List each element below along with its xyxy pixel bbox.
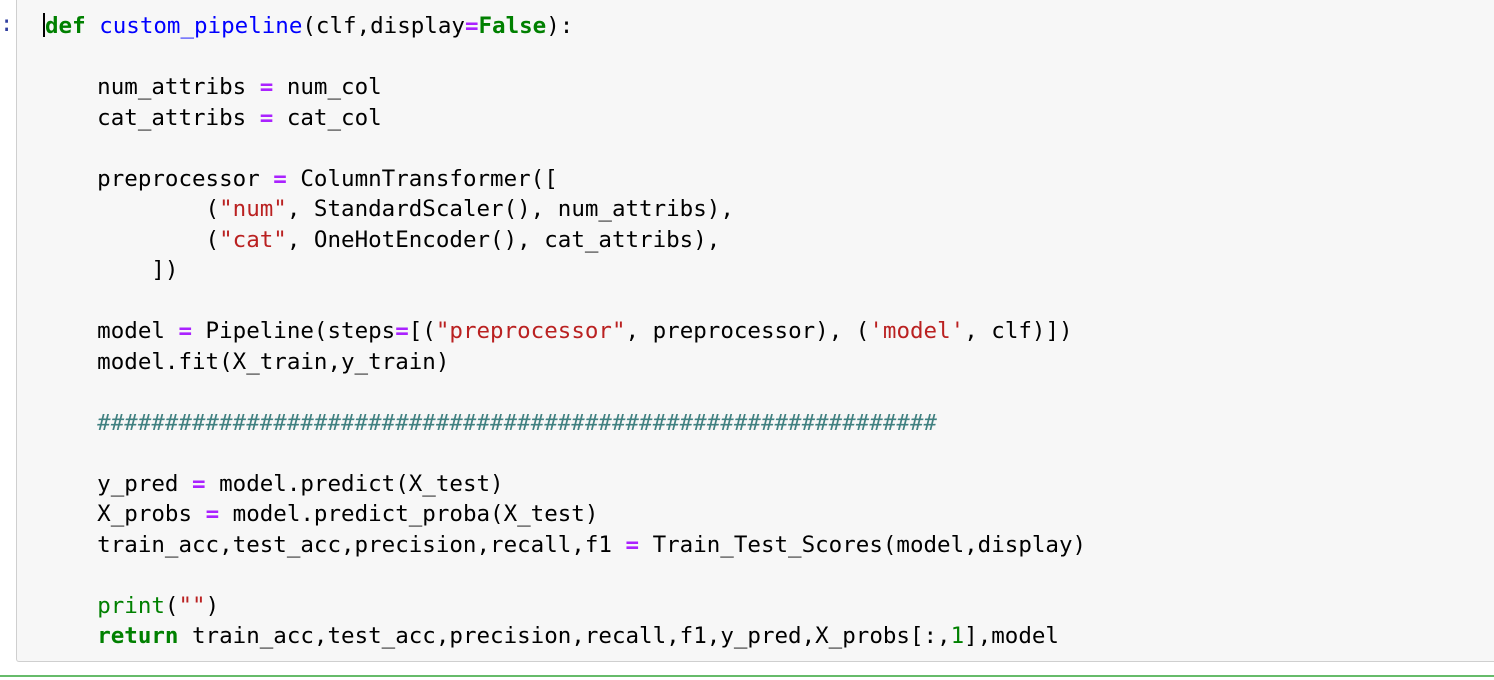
code-token: "cat" — [219, 226, 287, 253]
code-line: return train_acc,test_acc,precision,reca… — [43, 621, 1086, 652]
code-token: y_pred — [43, 470, 193, 497]
code-line: model = Pipeline(steps=[("preprocessor",… — [43, 316, 1086, 347]
code-line: preprocessor = ColumnTransformer([ — [43, 164, 1086, 195]
code-line: model.fit(X_train,y_train) — [43, 347, 1086, 378]
code-token: "" — [178, 592, 206, 619]
code-token: Pipeline(steps — [192, 318, 396, 344]
code-token: [( — [408, 318, 436, 344]
code-line: ("cat", OneHotEncoder(), cat_attribs), — [43, 225, 1086, 256]
code-token: = — [259, 104, 274, 131]
code-line: def custom_pipeline(clf,display=False): — [43, 11, 1086, 42]
code-token: = — [625, 531, 640, 558]
code-token: = — [205, 501, 220, 527]
code-token: num_attribs — [43, 74, 260, 100]
code-line: y_pred = model.predict(X_test) — [43, 469, 1086, 500]
code-token: ########################################… — [43, 409, 938, 436]
code-token: print — [97, 592, 165, 619]
code-token: X_probs — [43, 501, 206, 527]
code-line: train_acc,test_acc,precision,recall,f1 =… — [43, 530, 1086, 561]
selected-cell-indicator — [0, 675, 1494, 677]
code-editor[interactable]: def custom_pipeline(clf,display=False):​… — [43, 11, 1086, 652]
code-token: = — [259, 74, 274, 100]
code-line: ​ — [43, 560, 1086, 591]
code-token: ]) — [43, 257, 179, 283]
code-token: = — [178, 318, 193, 344]
code-token: , preprocessor), ( — [625, 318, 870, 344]
code-token: cat_attribs — [43, 104, 260, 131]
code-token: model.predict(X_test) — [205, 470, 504, 497]
code-line: X_probs = model.predict_proba(X_test) — [43, 499, 1086, 530]
code-line: cat_attribs = cat_col — [43, 103, 1086, 134]
code-token: model.predict_proba(X_test) — [219, 501, 599, 527]
code-token: ( — [43, 196, 220, 222]
code-token: 'model' — [869, 318, 965, 344]
code-token: model — [43, 318, 179, 344]
code-token: train_acc,test_acc,precision,recall,f1 — [43, 531, 626, 558]
code-cell[interactable]: def custom_pipeline(clf,display=False):​… — [16, 0, 1494, 662]
code-token: custom_pipeline — [99, 13, 303, 39]
code-line: print("") — [43, 591, 1086, 622]
code-token: = — [464, 13, 479, 39]
code-token: 1 — [950, 623, 965, 649]
code-token: def — [45, 13, 86, 39]
code-token: ) — [205, 592, 220, 619]
code-line: num_attribs = num_col — [43, 72, 1086, 103]
code-line: ​ — [43, 286, 1086, 317]
code-token: ( — [164, 592, 179, 619]
code-token: = — [192, 470, 206, 497]
code-token: model.fit(X_train,y_train) — [43, 348, 450, 375]
code-token: , OneHotEncoder(), cat_attribs), — [286, 226, 721, 253]
code-token: cat_col — [273, 104, 382, 131]
code-token: False — [478, 13, 547, 39]
code-token: ColumnTransformer([ — [286, 165, 558, 192]
code-token: preprocessor — [43, 165, 274, 192]
code-token: num_col — [273, 74, 382, 100]
code-token: ],model — [964, 623, 1059, 649]
notebook-page: : def custom_pipeline(clf,display=False)… — [0, 0, 1494, 680]
code-token: , StandardScaler(), num_attribs), — [286, 196, 734, 222]
input-prompt: : — [0, 12, 14, 37]
code-token: return — [97, 623, 179, 649]
code-token: = — [395, 318, 409, 344]
code-line: ​ — [43, 42, 1086, 73]
code-line: ]) — [43, 255, 1086, 286]
code-line: ########################################… — [43, 408, 1086, 439]
code-token: , clf)]) — [964, 318, 1073, 344]
code-token: ): — [546, 13, 574, 39]
code-token: "preprocessor" — [435, 318, 626, 344]
code-token: = — [273, 165, 287, 192]
code-line: ​ — [43, 377, 1086, 408]
code-line: ​ — [43, 133, 1086, 164]
code-line: ("num", StandardScaler(), num_attribs), — [43, 194, 1086, 225]
code-token: "num" — [219, 196, 287, 222]
code-token: ( — [43, 226, 220, 253]
code-token: (clf,display — [302, 13, 465, 39]
code-token: Train_Test_Scores(model,display) — [639, 531, 1087, 558]
code-line: ​ — [43, 438, 1086, 469]
code-token: train_acc,test_acc,precision,recall,f1,y… — [178, 623, 951, 649]
